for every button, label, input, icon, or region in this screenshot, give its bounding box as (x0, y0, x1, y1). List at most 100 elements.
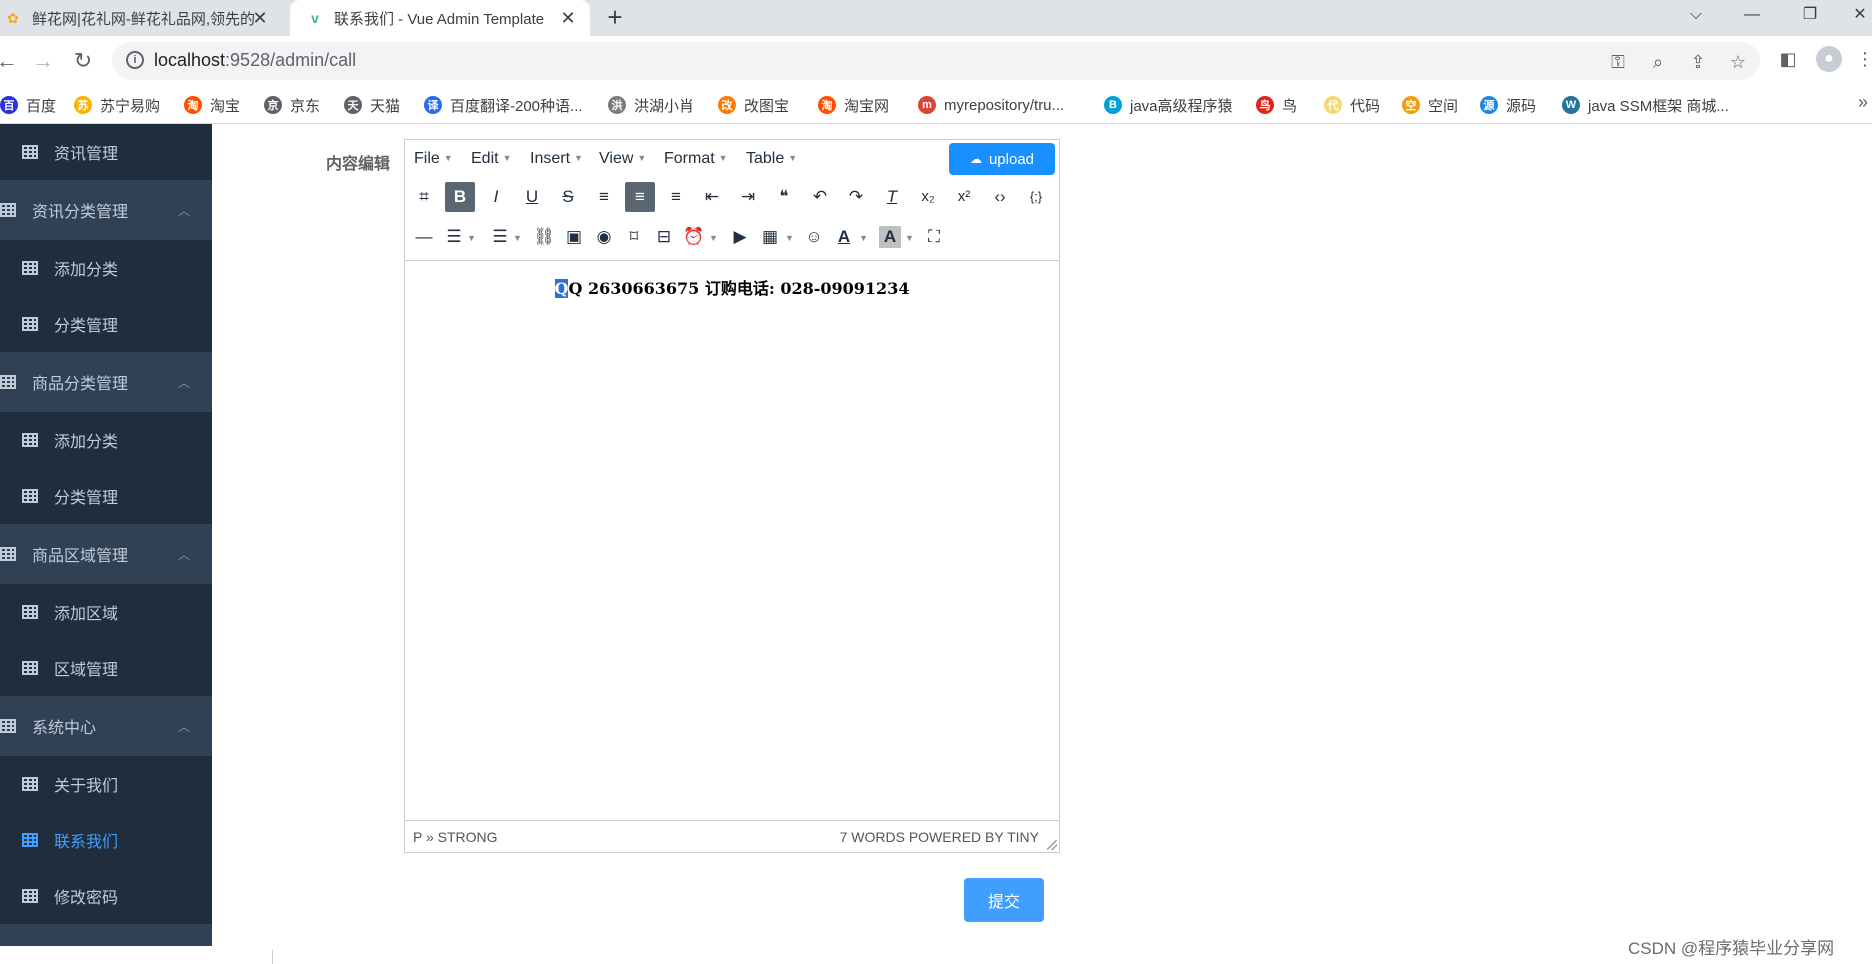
browser-tab-flower[interactable]: ✿ 鲜花网|花礼网-鲜花礼品网,领先的 ✕ (0, 0, 282, 36)
caret-down-icon[interactable]: ▼ (905, 233, 914, 243)
close-tab-icon[interactable]: ✕ (250, 8, 270, 28)
sidebar-submenu-title[interactable]: 系统中心 ︿ (0, 696, 212, 756)
bookmark-item[interactable]: 百百度 (0, 94, 56, 116)
italic-icon[interactable]: I (481, 182, 511, 212)
sidebar-item[interactable]: 添加分类 (0, 240, 212, 296)
numbered-list-icon[interactable]: ☰ (485, 222, 515, 252)
emoticons-icon[interactable]: ☺ (799, 222, 829, 252)
caret-down-icon[interactable]: ▼ (709, 233, 718, 243)
bookmarks-overflow-icon[interactable]: » (1858, 92, 1868, 113)
editor-paragraph[interactable]: QQ 2630663675 订购电话: 028-09091234 (405, 275, 1059, 299)
resize-handle-icon[interactable] (1047, 840, 1057, 850)
sidebar-submenu-title[interactable]: 资讯分类管理 ︿ (0, 180, 212, 240)
code-icon[interactable]: ‹› (985, 182, 1015, 212)
menu-table[interactable]: Table ▼ (746, 150, 797, 168)
menu-format[interactable]: Format ▼ (664, 150, 728, 168)
background-color-icon[interactable]: A (879, 226, 901, 248)
editor-content-area[interactable]: QQ 2630663675 订购电话: 028-09091234 (405, 260, 1059, 820)
sidebar-item[interactable]: 添加分类 (0, 412, 212, 468)
code-sample-icon[interactable]: {;} (1021, 182, 1051, 212)
blockquote-icon[interactable]: ❝ (769, 182, 799, 212)
bold-icon[interactable]: B (445, 182, 475, 212)
tab-search-icon[interactable]: ⌵ (1676, 0, 1716, 36)
caret-down-icon[interactable]: ▼ (467, 233, 476, 243)
text-color-icon[interactable]: A (829, 222, 859, 252)
browser-menu-icon[interactable]: ⋮ (1856, 46, 1872, 72)
align-center-icon[interactable]: ≡ (625, 182, 655, 212)
table-icon[interactable]: ▦ (755, 222, 785, 252)
bookmark-item[interactable]: 代代码 (1324, 94, 1380, 116)
align-left-icon[interactable]: ≡ (589, 182, 619, 212)
menu-view[interactable]: View ▼ (599, 150, 646, 168)
rich-text-editor[interactable]: ☁ upload File ▼ Edit ▼ Insert ▼ View ▼ Format ▼ Ta… (404, 139, 1060, 853)
close-tab-icon[interactable]: ✕ (558, 8, 578, 28)
menu-file[interactable]: File ▼ (414, 150, 453, 168)
fullscreen-icon[interactable]: ⛶ (919, 222, 949, 252)
bookmark-item[interactable]: 洪洪湖小肖 (608, 94, 694, 116)
forward-icon[interactable]: → (28, 46, 58, 76)
insert-datetime-icon[interactable]: ⏰ (679, 222, 709, 252)
sidebar-submenu-title[interactable]: 商品分类管理 ︿ (0, 352, 212, 412)
close-window-button[interactable]: ✕ (1840, 0, 1872, 36)
minimize-button[interactable]: — (1732, 0, 1772, 36)
sidebar-item[interactable]: 修改密码 (0, 868, 212, 924)
bookmark-star-icon[interactable]: ☆ (1726, 50, 1750, 74)
bookmark-item[interactable]: 源源码 (1480, 94, 1536, 116)
menu-insert[interactable]: Insert ▼ (530, 150, 583, 168)
address-bar[interactable]: i localhost:9528/admin/call ⚿ ⌕ ⇪ ☆ (112, 42, 1760, 80)
media-icon[interactable]: ▶ (725, 222, 755, 252)
caret-down-icon[interactable]: ▼ (859, 233, 868, 243)
bookmark-item[interactable]: 淘淘宝 (184, 94, 240, 116)
site-info-icon[interactable]: i (126, 51, 144, 69)
underline-icon[interactable]: U (517, 182, 547, 212)
indent-icon[interactable]: ⇥ (733, 182, 763, 212)
bookmark-item[interactable]: Wjava SSM框架 商城... (1562, 94, 1729, 116)
caret-down-icon[interactable]: ▼ (785, 233, 794, 243)
outdent-icon[interactable]: ⇤ (697, 182, 727, 212)
side-panel-icon[interactable]: ◧ (1775, 46, 1801, 72)
menu-edit[interactable]: Edit ▼ (471, 150, 512, 168)
bookmark-item[interactable]: 改改图宝 (718, 94, 789, 116)
bookmark-item[interactable]: 鸟鸟 (1256, 94, 1297, 116)
sidebar-item[interactable]: 资讯管理 (0, 124, 212, 180)
reload-icon[interactable]: ↻ (68, 46, 98, 76)
profile-avatar-icon[interactable]: ● (1816, 46, 1842, 72)
page-break-icon[interactable]: ⊟ (649, 222, 679, 252)
submit-button[interactable]: 提交 (964, 878, 1044, 922)
zoom-icon[interactable]: ⌕ (1646, 50, 1670, 74)
new-tab-button[interactable]: + (600, 2, 630, 33)
bookmark-item[interactable]: 淘淘宝网 (818, 94, 889, 116)
browser-tab-active[interactable]: v 联系我们 - Vue Admin Template ✕ (290, 0, 590, 36)
link-icon[interactable]: ⛓ (529, 222, 559, 252)
sidebar-item[interactable]: 分类管理 (0, 468, 212, 524)
bookmark-item[interactable]: 空空间 (1402, 94, 1458, 116)
remove-format-icon[interactable]: T (877, 182, 907, 212)
horizontal-rule-icon[interactable]: — (409, 222, 439, 252)
bookmark-item[interactable]: 天天猫 (344, 94, 400, 116)
sidebar-item[interactable]: 分类管理 (0, 296, 212, 352)
anchor-icon[interactable]: ⌑ (619, 222, 649, 252)
bullet-list-icon[interactable]: ☰ (439, 222, 469, 252)
upload-button[interactable]: ☁ upload (949, 143, 1055, 175)
sidebar-submenu-title[interactable]: 商品区域管理 ︿ (0, 524, 212, 584)
sidebar-item[interactable]: 关于我们 (0, 756, 212, 812)
bookmark-item[interactable]: 译百度翻译-200种语... (424, 94, 583, 116)
find-replace-icon[interactable]: ⌗ (409, 182, 439, 212)
redo-icon[interactable]: ↷ (841, 182, 871, 212)
superscript-icon[interactable]: x² (949, 182, 979, 212)
image-icon[interactable]: ▣ (559, 222, 589, 252)
sidebar-item[interactable]: 联系我们 (0, 812, 212, 868)
align-right-icon[interactable]: ≡ (661, 182, 691, 212)
bookmark-item[interactable]: 京京东 (264, 94, 320, 116)
subscript-icon[interactable]: x₂ (913, 182, 943, 212)
element-path[interactable]: P » STRONG (413, 829, 498, 845)
strikethrough-icon[interactable]: S (553, 182, 583, 212)
preview-icon[interactable]: ◉ (589, 222, 619, 252)
restore-button[interactable]: ❐ (1790, 0, 1830, 36)
bookmark-item[interactable]: Bjava高级程序猿 (1104, 94, 1233, 116)
caret-down-icon[interactable]: ▼ (513, 233, 522, 243)
sidebar-item[interactable]: 区域管理 (0, 640, 212, 696)
sidebar-item[interactable]: 添加区域 (0, 584, 212, 640)
bookmark-item[interactable]: m myrepository/tru... (918, 94, 1064, 116)
undo-icon[interactable]: ↶ (805, 182, 835, 212)
